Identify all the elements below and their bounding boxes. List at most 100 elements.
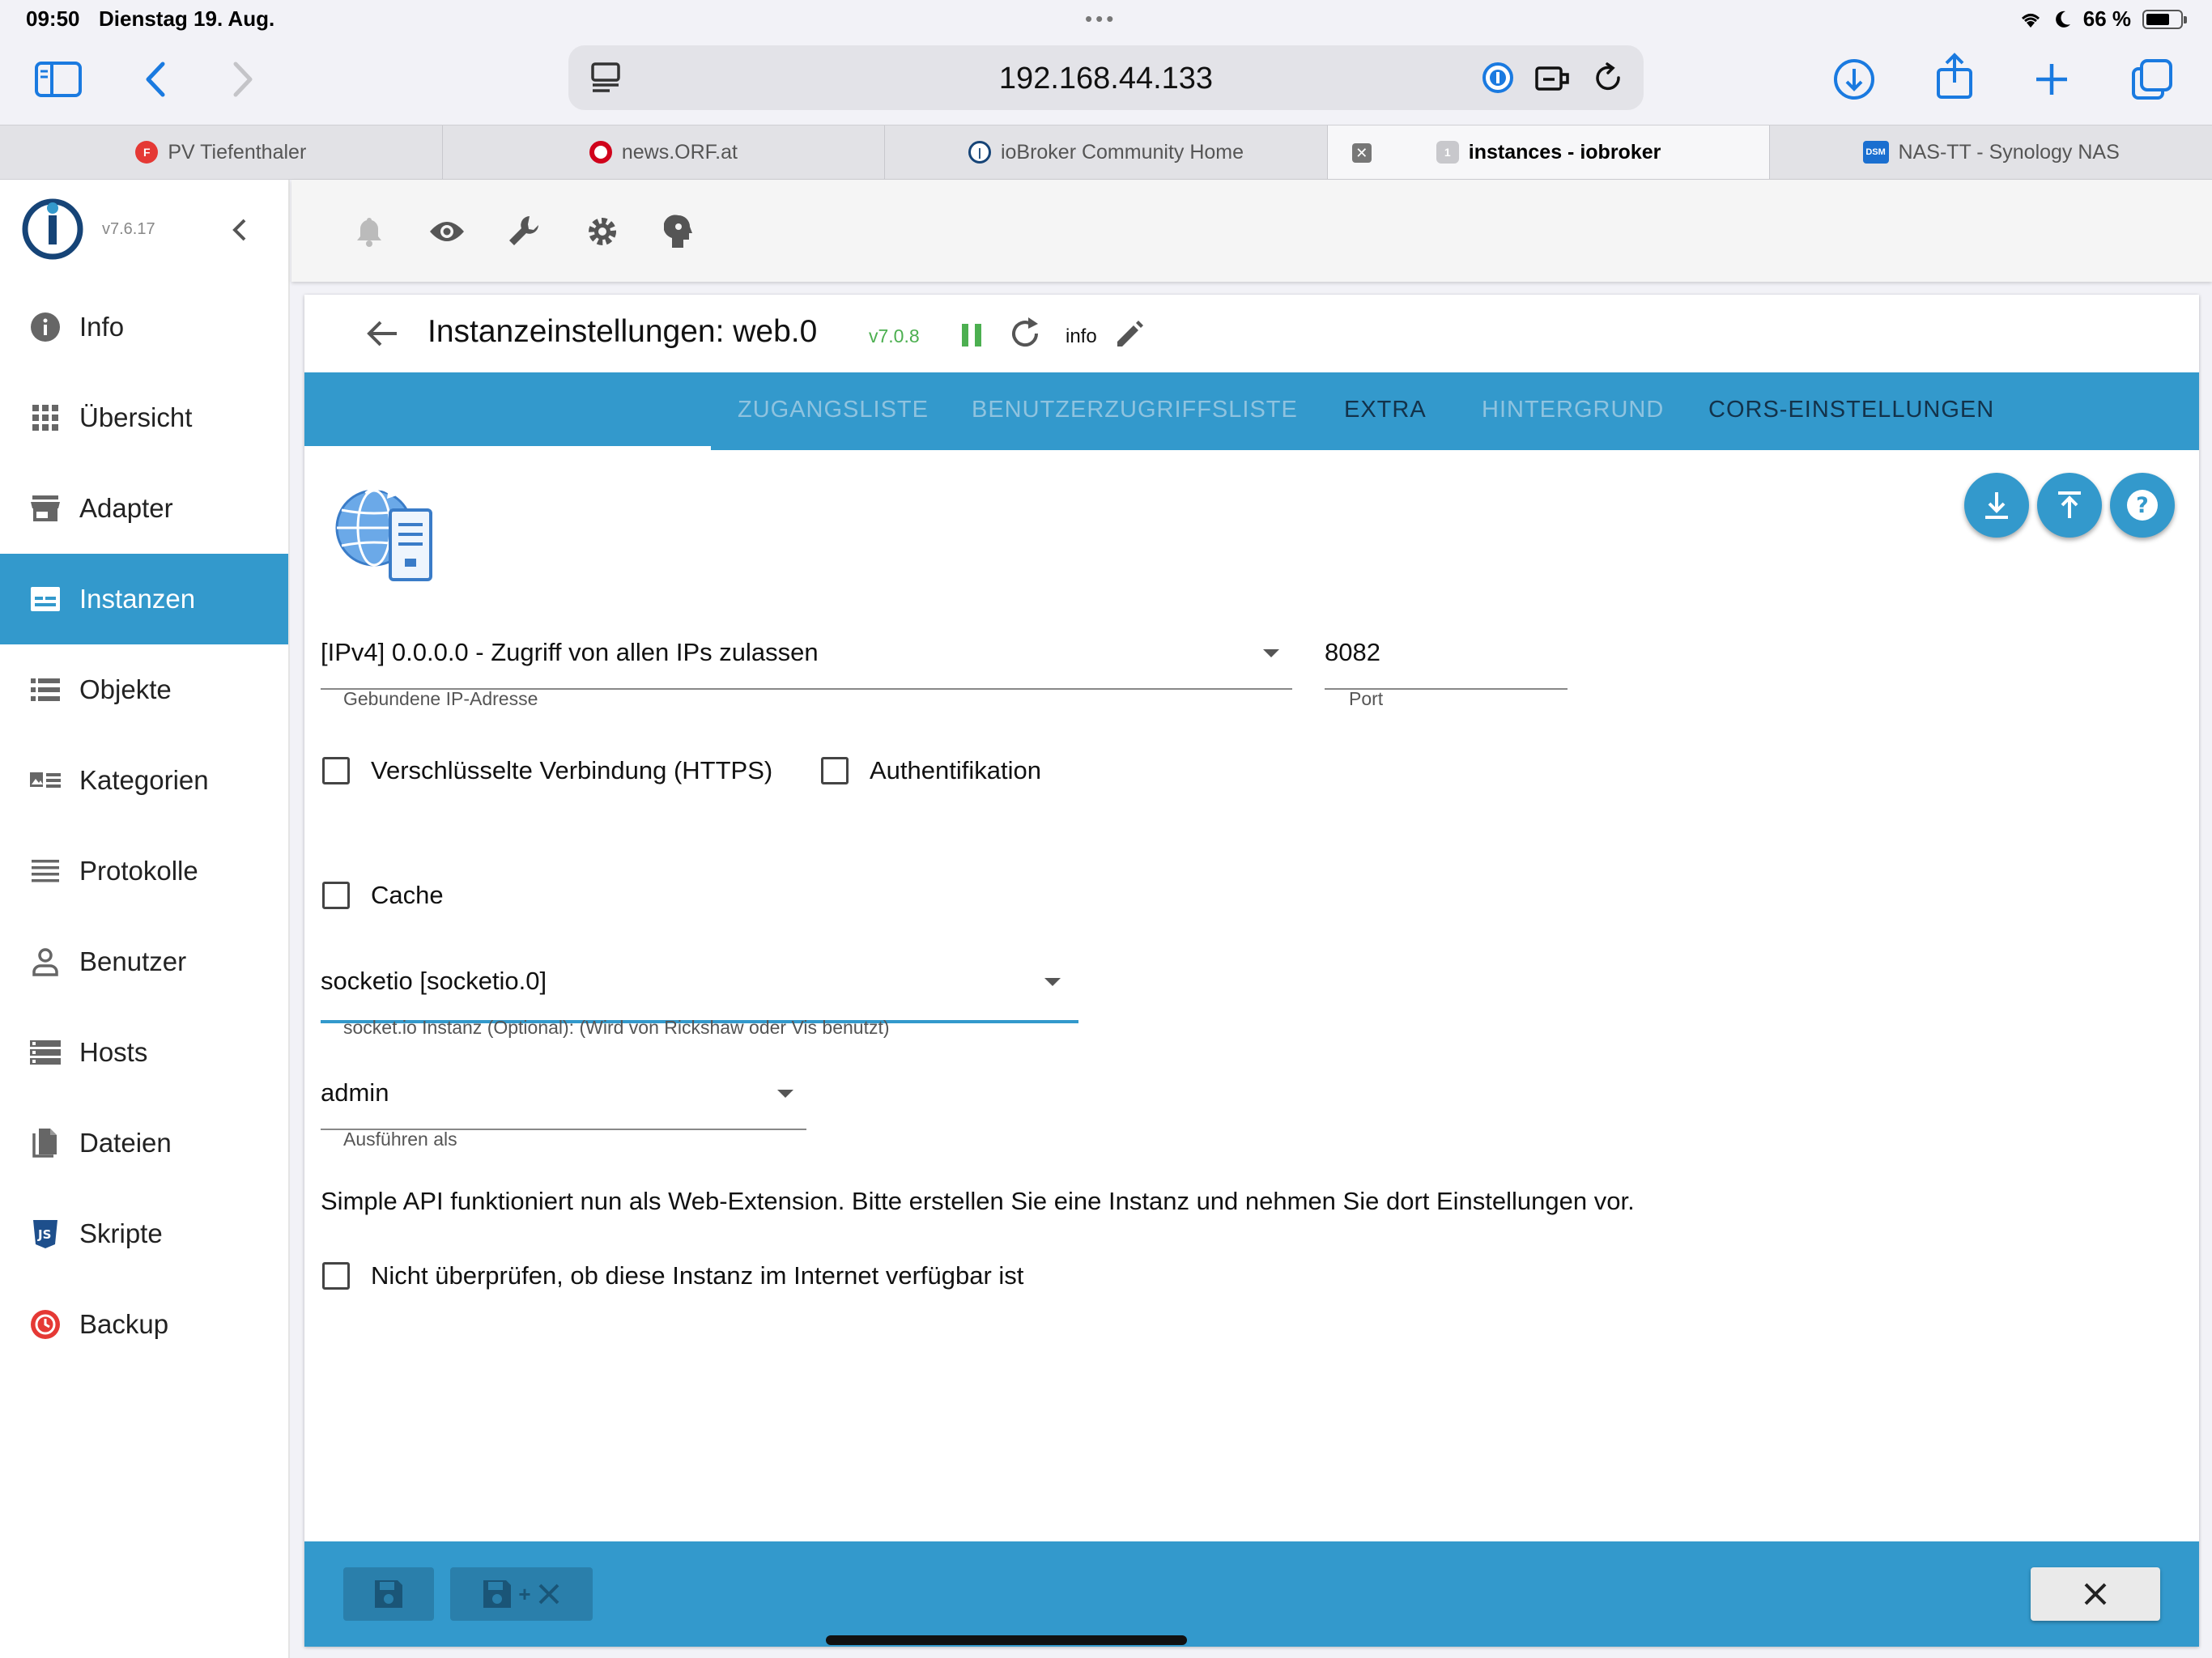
checkbox-unchecked-icon bbox=[322, 882, 350, 909]
nav-label: Übersicht bbox=[79, 402, 193, 432]
eye-icon[interactable] bbox=[428, 212, 466, 251]
back-icon[interactable] bbox=[130, 53, 181, 105]
battery-icon bbox=[2142, 9, 2187, 29]
nav-label: Objekte bbox=[79, 674, 172, 704]
cache-label: Cache bbox=[371, 881, 444, 909]
nav-files[interactable]: Dateien bbox=[0, 1098, 288, 1188]
auth-checkbox[interactable]: Authentifikation bbox=[821, 756, 1041, 785]
grid-icon bbox=[29, 402, 62, 434]
pause-instance-icon[interactable] bbox=[957, 321, 986, 350]
log-icon bbox=[29, 855, 62, 887]
svg-text:?: ? bbox=[2136, 493, 2149, 518]
simple-api-note: Simple API funktioniert nun als Web-Exte… bbox=[321, 1187, 1635, 1215]
tab-extra[interactable]: EXTRA bbox=[1344, 397, 1427, 423]
iobroker-logo-icon[interactable] bbox=[21, 198, 84, 261]
close-tab-icon[interactable]: ✕ bbox=[1351, 143, 1372, 163]
password-manager-icon[interactable] bbox=[1477, 57, 1519, 99]
nav-scripts[interactable]: JS Skripte bbox=[0, 1188, 288, 1279]
save-button[interactable] bbox=[343, 1567, 434, 1621]
tab-background[interactable]: HINTERGRUND bbox=[1482, 397, 1664, 423]
wifi-icon bbox=[2021, 13, 2040, 28]
pv-favicon-icon: F bbox=[135, 141, 159, 164]
info-icon bbox=[29, 311, 62, 343]
dropdown-arrow-icon bbox=[777, 1090, 793, 1098]
extensions-icon[interactable] bbox=[1532, 57, 1574, 99]
download-icon bbox=[1985, 492, 2008, 519]
tab-access-list[interactable]: ZUGANGSLISTE bbox=[738, 397, 929, 423]
home-indicator[interactable] bbox=[826, 1635, 1187, 1645]
nav-users[interactable]: Benutzer bbox=[0, 916, 288, 1007]
instances-icon bbox=[29, 583, 62, 615]
close-icon bbox=[538, 1584, 559, 1605]
no-check-label: Nicht überprüfen, ob diese Instanz im In… bbox=[371, 1261, 1024, 1290]
nav-adapter[interactable]: Adapter bbox=[0, 463, 288, 554]
port-label: Port bbox=[1349, 688, 1384, 709]
settings-tabs: ZUGANGSLISTE BENUTZERZUGRIFFSLISTE EXTRA… bbox=[304, 372, 2199, 450]
tab-overview-icon[interactable] bbox=[2126, 53, 2178, 105]
nav-categories[interactable]: Kategorien bbox=[0, 735, 288, 826]
tab-user-access-list[interactable]: BENUTZERZUGRIFFSLISTE bbox=[972, 397, 1298, 423]
browser-toolbar: 192.168.44.133 bbox=[0, 39, 2212, 125]
nav-label: Backup bbox=[79, 1309, 169, 1339]
https-checkbox[interactable]: Verschlüsselte Verbindung (HTTPS) bbox=[322, 756, 772, 785]
help-button[interactable]: ? bbox=[2110, 473, 2175, 538]
app-sidebar: v7.6.17 Info Übersicht Adapter Instanzen… bbox=[0, 180, 290, 1658]
log-level-label[interactable]: info bbox=[1066, 325, 1097, 348]
close-button[interactable] bbox=[2031, 1567, 2160, 1621]
back-arrow-icon[interactable] bbox=[364, 316, 400, 351]
nav-logs[interactable]: Protokolle bbox=[0, 826, 288, 916]
address-bar[interactable]: 192.168.44.133 bbox=[568, 45, 1644, 110]
gear-icon[interactable] bbox=[583, 212, 622, 251]
reload-page-icon[interactable] bbox=[1587, 57, 1629, 99]
moon-icon bbox=[2055, 11, 2070, 28]
checkbox-unchecked-icon bbox=[322, 757, 350, 784]
collapse-sidebar-icon[interactable] bbox=[223, 210, 256, 249]
nav-label: Protokolle bbox=[79, 856, 198, 886]
new-tab-icon[interactable] bbox=[2026, 53, 2078, 105]
socketio-value: socketio [socketio.0] bbox=[321, 967, 547, 995]
app-header bbox=[291, 180, 2212, 282]
run-as-select[interactable]: admin bbox=[304, 1078, 806, 1130]
wrench-icon[interactable] bbox=[505, 212, 544, 251]
backup-icon bbox=[29, 1308, 62, 1341]
bind-ip-select[interactable]: [IPv4] 0.0.0.0 - Zugriff von allen IPs z… bbox=[304, 638, 1292, 690]
cache-checkbox[interactable]: Cache bbox=[322, 881, 444, 910]
download-config-button[interactable] bbox=[1964, 473, 2029, 538]
store-icon bbox=[29, 492, 62, 525]
edit-pencil-icon[interactable] bbox=[1114, 317, 1146, 350]
socketio-select[interactable]: socketio [socketio.0] bbox=[304, 967, 1078, 1023]
browser-tab-instances[interactable]: ✕ 1 instances - iobroker bbox=[1327, 125, 1771, 179]
sidebar-toggle-icon[interactable] bbox=[32, 53, 84, 105]
nav-hosts[interactable]: Hosts bbox=[0, 1007, 288, 1098]
downloads-icon[interactable] bbox=[1828, 53, 1880, 105]
upload-config-button[interactable] bbox=[2037, 473, 2102, 538]
forward-icon[interactable] bbox=[217, 53, 269, 105]
expert-mode-icon[interactable] bbox=[659, 212, 698, 251]
share-icon[interactable] bbox=[1929, 50, 1980, 102]
status-bar: 09:50 Dienstag 19. Aug. ••• 66 % bbox=[0, 0, 2212, 39]
dropdown-arrow-icon bbox=[1044, 978, 1061, 986]
app-version: v7.6.17 bbox=[102, 220, 155, 238]
nav-objects[interactable]: Objekte bbox=[0, 644, 288, 735]
browser-tab-orf[interactable]: news.ORF.at bbox=[443, 125, 886, 179]
browser-tab-community[interactable]: | ioBroker Community Home bbox=[885, 125, 1328, 179]
multitasking-dots[interactable]: ••• bbox=[1085, 6, 1117, 32]
browser-tab-pv[interactable]: F PV Tiefenthaler bbox=[0, 125, 443, 179]
browser-tab-synology[interactable]: DSM NAS-TT - Synology NAS bbox=[1770, 125, 2212, 179]
restart-instance-icon[interactable] bbox=[1007, 316, 1043, 351]
save-and-close-button[interactable]: + bbox=[450, 1567, 593, 1621]
nav-info[interactable]: Info bbox=[0, 282, 288, 372]
bell-icon[interactable] bbox=[350, 212, 389, 251]
save-icon bbox=[375, 1580, 402, 1608]
no-internet-check-checkbox[interactable]: Nicht überprüfen, ob diese Instanz im In… bbox=[322, 1261, 1023, 1290]
nav-overview[interactable]: Übersicht bbox=[0, 372, 288, 463]
hosts-icon bbox=[29, 1036, 62, 1069]
nav-label: Info bbox=[79, 312, 125, 342]
categories-icon bbox=[29, 764, 62, 797]
nav-label: Adapter bbox=[79, 493, 173, 523]
port-input[interactable]: 8082 bbox=[1308, 638, 1568, 690]
nav-instances[interactable]: Instanzen bbox=[0, 554, 288, 644]
js-icon: JS bbox=[29, 1218, 62, 1250]
tab-cors[interactable]: CORS-EINSTELLUNGEN bbox=[1708, 397, 1994, 423]
nav-backup[interactable]: Backup bbox=[0, 1279, 288, 1370]
